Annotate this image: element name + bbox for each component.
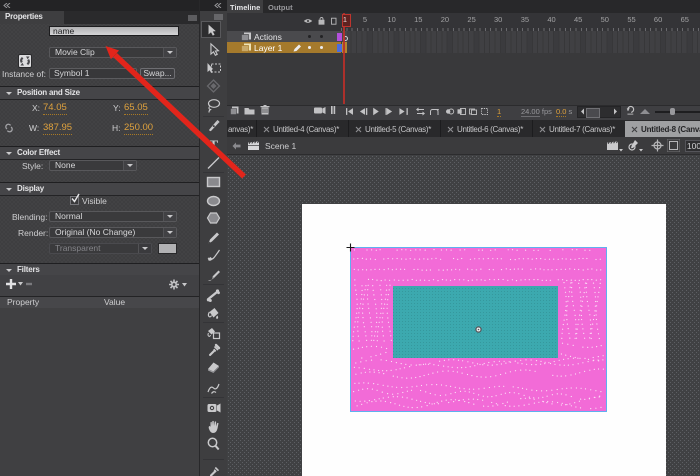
svg-text:T: T (209, 139, 219, 154)
